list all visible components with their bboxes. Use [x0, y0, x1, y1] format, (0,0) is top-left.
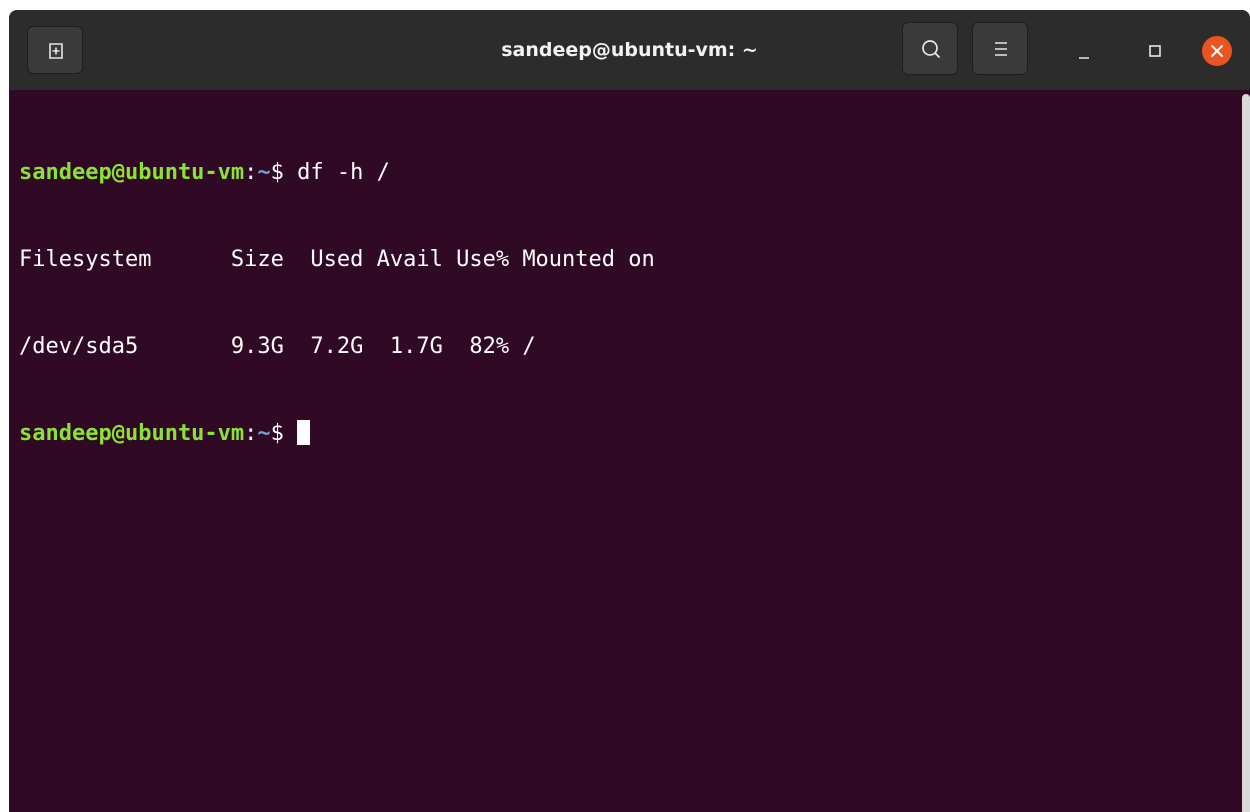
minimize-icon [1079, 57, 1089, 59]
text-cursor [297, 420, 311, 445]
maximize-button[interactable] [1138, 34, 1172, 68]
window-title: sandeep@ubuntu-vm: ~ [501, 39, 758, 61]
search-button[interactable] [902, 22, 958, 75]
prompt-separator: : [244, 421, 258, 446]
terminal-line-prompt[interactable]: sandeep@ubuntu-vm:~$ [19, 419, 1250, 448]
prompt-user: sandeep@ubuntu-vm [19, 421, 245, 446]
new-tab-button[interactable] [27, 26, 83, 74]
prompt-separator: : [244, 160, 258, 185]
new-tab-icon [49, 43, 63, 59]
title-bar[interactable]: sandeep@ubuntu-vm: ~ [9, 10, 1250, 90]
terminal-line-header: Filesystem Size Used Avail Use% Mounted … [19, 247, 655, 272]
menu-button[interactable] [972, 22, 1028, 75]
close-button[interactable] [1202, 36, 1232, 66]
prompt-symbol: $ [270, 160, 298, 185]
prompt-user: sandeep@ubuntu-vm [19, 160, 245, 185]
hamburger-menu-icon [995, 42, 1007, 56]
minimize-button[interactable] [1067, 34, 1101, 68]
terminal-line-output: /dev/sda5 9.3G 7.2G 1.7G 82% / [19, 334, 536, 359]
terminal-line-command: sandeep@ubuntu-vm:~$ df -h / [19, 158, 1250, 187]
close-icon [1211, 45, 1223, 57]
command-text: df -h / [297, 160, 390, 185]
terminal-output[interactable]: sandeep@ubuntu-vm:~$ df -h / Filesystem … [9, 90, 1250, 812]
maximize-icon [1149, 45, 1161, 57]
prompt-symbol: $ [270, 421, 298, 446]
scrollbar[interactable] [1242, 94, 1250, 812]
terminal-window: sandeep@ubuntu-vm: ~ sandeep@ubuntu-vm:~… [9, 10, 1250, 812]
prompt-path: ~ [257, 160, 271, 185]
search-icon [922, 40, 940, 58]
prompt-path: ~ [257, 421, 271, 446]
